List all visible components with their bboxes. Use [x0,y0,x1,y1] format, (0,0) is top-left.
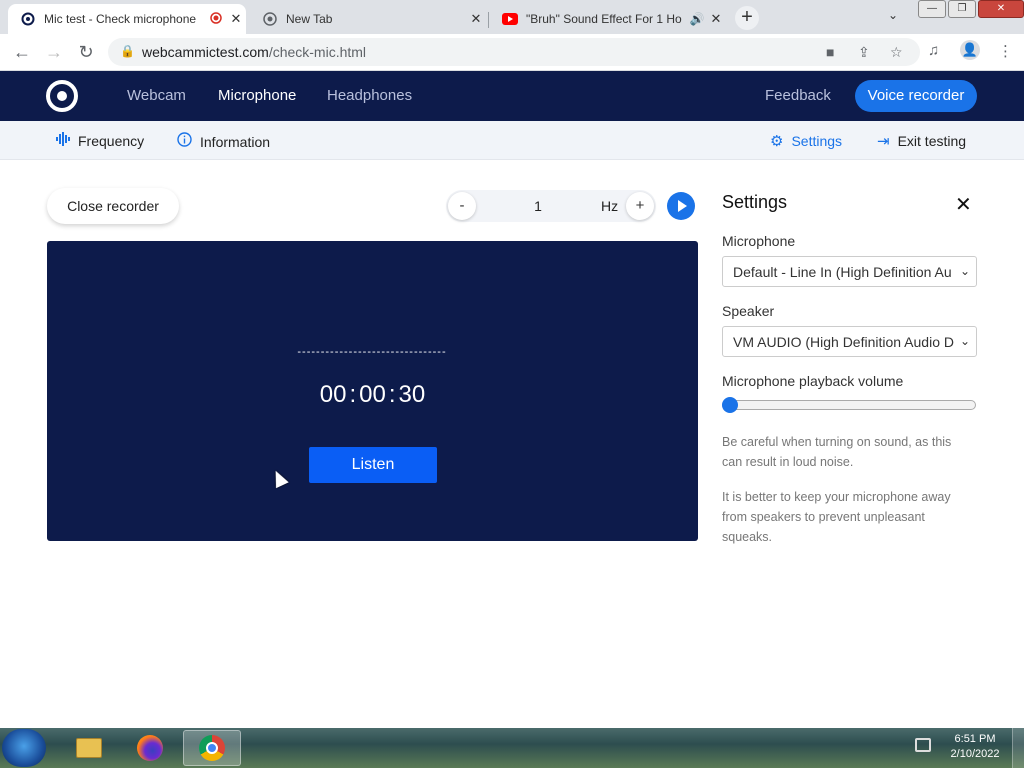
chrome-taskbar-button[interactable] [183,730,241,766]
timer-hours: 00 [319,381,347,408]
waveform-icon [56,132,70,150]
voice-recorder-button[interactable]: Voice recorder [855,80,977,112]
listen-button[interactable]: Listen [309,447,437,483]
settings-close-icon[interactable]: ✕ [955,192,972,217]
browser-tabstrip: Mic test - Check microphone ✕ New Tab ✕ … [0,0,1024,34]
new-tab-button[interactable]: + [735,6,759,30]
volume-slider[interactable] [722,400,976,410]
recording-indicator-icon [206,11,226,27]
information-label: Information [200,133,271,150]
exit-testing-link[interactable]: ⇥ Exit testing [877,132,966,150]
profile-avatar-icon[interactable]: 👤 [960,40,980,60]
file-explorer-taskbar-button[interactable] [60,730,118,766]
tab-close-icon[interactable]: ✕ [226,11,246,27]
audio-playing-icon[interactable]: 🔊 [688,12,706,26]
volume-label: Microphone playback volume [722,373,904,389]
sub-navigation: Frequency Information ⚙ Settings ⇥ Exit … [0,121,1024,160]
tab-title: Mic test - Check microphone [44,12,197,26]
frequency-label: Frequency [78,133,145,149]
exit-icon: ⇥ [877,133,890,150]
gear-icon: ⚙ [770,133,784,150]
timer-seconds: 30 [398,381,426,408]
window-close-button[interactable]: ✕ [978,0,1024,18]
tab-new-tab[interactable]: New Tab ✕ [250,4,486,34]
nav-webcam[interactable]: Webcam [127,87,186,104]
nav-headphones[interactable]: Headphones [327,87,412,104]
firefox-icon [137,735,163,761]
clock-time: 6:51 PM [954,733,996,745]
chrome-favicon-icon [262,11,278,27]
start-button[interactable] [2,729,46,767]
network-icon[interactable] [915,738,931,752]
hz-value[interactable]: 1 [532,198,544,214]
address-bar[interactable]: 🔒 webcammictest.com/check-mic.html ■ ⇪ ☆ [108,38,920,66]
tab-close-icon[interactable]: ✕ [706,11,726,27]
firefox-taskbar-button[interactable] [121,730,179,766]
folder-icon [76,738,102,758]
decrease-button[interactable]: - [448,192,476,220]
settings-tab[interactable]: ⚙ Settings [770,132,842,150]
frequency-stepper: - 1 Hz + [446,190,656,222]
site-header: Webcam Microphone Headphones Feedback Vo… [0,71,1024,121]
microphone-label: Microphone [722,233,796,249]
warning-note: Be careful when turning on sound, as thi… [722,435,952,469]
share-icon[interactable]: ⇪ [858,44,870,61]
close-recorder-button[interactable]: Close recorder [47,188,179,224]
forward-arrow-icon[interactable]: → [42,41,66,63]
speaker-label: Speaker [722,303,775,319]
menu-kebab-icon[interactable]: ⋮ [998,42,1013,60]
system-clock[interactable]: 6:51 PM 2/10/2022 [945,732,1005,762]
increase-button[interactable]: + [626,192,654,220]
reload-icon[interactable]: ↻ [74,41,98,63]
url-text[interactable]: webcammictest.com/check-mic.html [142,44,366,60]
timer-minutes: 00 [359,381,386,408]
tab-youtube[interactable]: "Bruh" Sound Effect For 1 Ho 🔊 ✕ [490,4,726,34]
camera-icon[interactable]: ■ [826,44,834,60]
volume-slider-thumb[interactable] [722,397,738,413]
frequency-tab[interactable]: Frequency [56,132,144,150]
settings-title: Settings [722,192,788,212]
recording-timer: 00:00:30 [319,381,426,408]
microphone-select[interactable]: Default - Line In (High Definition Au ⌄ [722,256,977,287]
tab-divider [488,12,489,28]
info-icon [177,132,192,151]
lock-icon[interactable]: 🔒 [120,44,135,58]
windows-taskbar [0,728,1024,768]
exit-label: Exit testing [897,133,967,149]
clock-date: 2/10/2022 [950,748,1000,760]
chevron-down-icon: ⌄ [959,334,970,348]
tab-close-icon[interactable]: ✕ [466,11,486,27]
speaker-select[interactable]: VM AUDIO (High Definition Audio D ⌄ [722,326,977,357]
recorder-panel: -------------------------------- 00:00:3… [47,241,698,541]
nav-microphone[interactable]: Microphone [218,87,296,104]
tab-title: "Bruh" Sound Effect For 1 Ho [526,12,682,26]
play-icon[interactable] [667,192,695,220]
tab-search-chevron-icon[interactable]: ⌄ [888,8,898,22]
minimize-button[interactable]: — [918,0,946,18]
youtube-favicon-icon [502,11,518,27]
back-arrow-icon[interactable]: ← [10,41,34,63]
window-controls: — ❐ ✕ [916,0,1024,18]
hz-unit: Hz [601,198,619,214]
site-logo[interactable] [46,80,78,112]
bookmark-star-icon[interactable]: ☆ [890,44,903,61]
tab-title: New Tab [286,12,333,26]
chevron-down-icon: ⌄ [959,264,970,278]
tab-mic-test[interactable]: Mic test - Check microphone ✕ [8,4,246,34]
information-tab[interactable]: Information [177,132,270,151]
webcammictest-favicon-icon [20,11,36,27]
waveform-placeholder: -------------------------------- [297,346,447,358]
tip-note: It is better to keep your microphone awa… [722,490,951,544]
settings-label: Settings [791,133,843,149]
media-controls-icon[interactable]: ♫ [928,42,939,59]
show-desktop-button[interactable] [1012,728,1024,768]
chrome-icon [199,735,225,761]
browser-toolbar: ← → ↻ 🔒 webcammictest.com/check-mic.html… [0,34,1024,71]
restore-button[interactable]: ❐ [948,0,976,18]
feedback-link[interactable]: Feedback [765,87,831,104]
